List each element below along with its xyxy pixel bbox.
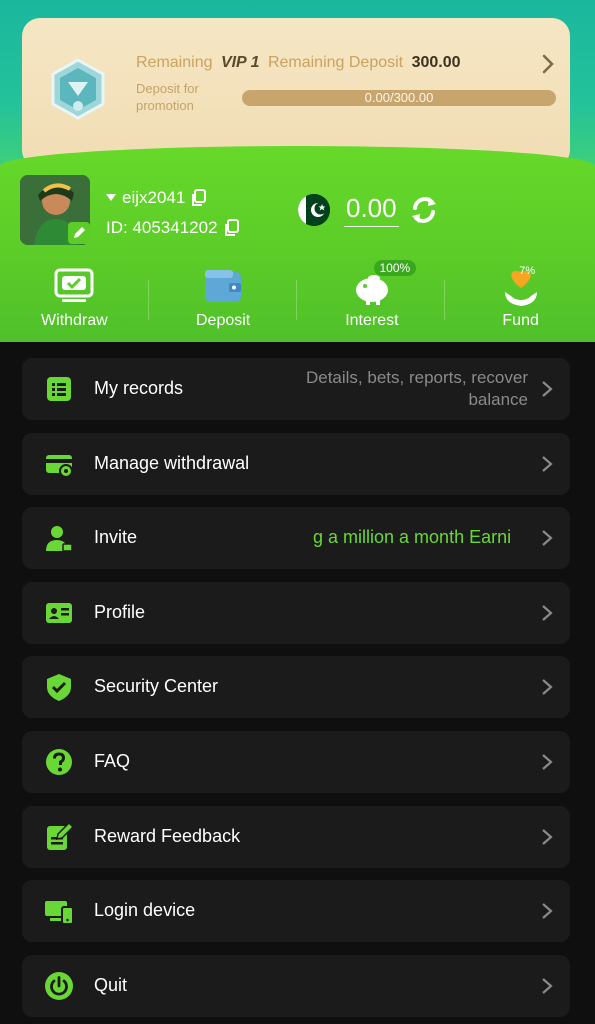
chevron-right-icon <box>542 903 553 919</box>
fund-badge: 7% <box>519 265 536 277</box>
menu-item-faq[interactable]: FAQ <box>22 730 570 793</box>
chevron-right-icon <box>542 455 553 472</box>
invite-icon <box>46 526 73 552</box>
balance-amount: 0.00 <box>344 193 399 227</box>
card-icon <box>46 454 73 478</box>
menu-label: My records <box>94 378 184 398</box>
quick-actions: Withdraw Deposit 100% Interest 7% Fund <box>0 258 595 342</box>
chevron-right-icon <box>542 754 553 770</box>
menu-item-profile[interactable]: Profile <box>22 581 570 644</box>
username-row: eijx2041 <box>106 188 207 208</box>
menu-item-login-device[interactable]: Login device <box>22 880 570 943</box>
divider <box>296 280 297 320</box>
fund-label: Fund <box>502 312 539 329</box>
menu-list: My records Details, bets, reports, recov… <box>22 358 570 1024</box>
menu-label: Invite <box>94 527 138 548</box>
menu-label: Security Center <box>94 676 219 697</box>
menu-label: Reward Feedback <box>94 825 241 846</box>
chevron-right-icon <box>542 530 553 547</box>
vip-subtitle: Deposit for promotion <box>136 81 199 113</box>
vip-remaining-label: Remaining <box>136 54 213 71</box>
edit-icon[interactable] <box>68 222 90 244</box>
pakistan-flag-icon <box>298 194 330 226</box>
records-icon <box>47 377 71 401</box>
chevron-right-icon[interactable] <box>538 52 558 76</box>
fund-button[interactable]: 7% Fund <box>446 258 595 342</box>
refresh-icon[interactable] <box>409 195 439 225</box>
menu-item-manage-withdrawal[interactable]: Manage withdrawal <box>22 432 570 495</box>
wallet-icon <box>205 270 242 302</box>
caret-down-icon[interactable] <box>106 194 116 202</box>
deposit-button[interactable]: Deposit <box>149 258 298 342</box>
menu-label: Login device <box>94 900 196 921</box>
vip-progress-bar: 0.00/300.00 <box>242 90 556 106</box>
menu-item-reward-feedback[interactable]: Reward Feedback <box>22 805 570 868</box>
chevron-right-icon <box>542 977 553 994</box>
chevron-right-icon <box>542 828 553 845</box>
menu-item-quit[interactable]: Quit <box>22 954 570 1017</box>
withdraw-button[interactable]: Withdraw <box>0 258 149 342</box>
menu-label: Quit <box>94 974 128 995</box>
vip-remaining-deposit-label: Remaining Deposit <box>267 54 404 71</box>
copy-icon[interactable] <box>224 219 240 237</box>
question-icon <box>46 748 72 775</box>
divider <box>148 280 149 320</box>
feedback-icon <box>47 821 74 850</box>
menu-hint: Details, bets, reports, recover balance <box>305 368 528 409</box>
menu-label: Manage withdrawal <box>94 452 250 473</box>
chevron-right-icon <box>542 381 553 397</box>
divider <box>444 280 445 320</box>
invite-marquee-text: g a million a month Earni <box>313 527 512 548</box>
vip-remaining-deposit-amount: 300.00 <box>411 54 461 71</box>
vip-title: Remaining VIP 1 Remaining Deposit 300.00 <box>136 54 461 72</box>
username: eijx2041 <box>122 188 186 207</box>
user-id: ID: 405341202 <box>106 218 218 237</box>
user-id-row: ID: 405341202 <box>106 218 240 238</box>
power-icon <box>45 971 73 1000</box>
shield-icon <box>47 674 71 702</box>
withdraw-icon <box>54 268 94 302</box>
devices-icon <box>45 901 74 926</box>
menu-item-invite[interactable]: Invite g a million a month Earni <box>22 507 570 570</box>
interest-button[interactable]: 100% Interest <box>298 258 447 342</box>
menu-label: Profile <box>94 601 146 622</box>
copy-icon[interactable] <box>191 189 207 207</box>
piggy-bank-icon <box>355 275 388 305</box>
profile-card-icon <box>46 602 72 623</box>
deposit-label: Deposit <box>196 312 251 329</box>
vip-badge-icon <box>51 58 105 120</box>
chevron-right-icon <box>542 679 553 696</box>
chevron-right-icon <box>542 604 553 621</box>
menu-item-my-records[interactable]: My records Details, bets, reports, recov… <box>22 358 570 420</box>
interest-label: Interest <box>345 312 399 329</box>
menu-label: FAQ <box>94 750 131 771</box>
vip-progress-text: 0.00/300.00 <box>364 90 434 105</box>
menu-item-security-center[interactable]: Security Center <box>22 656 570 719</box>
withdraw-label: Withdraw <box>41 312 108 329</box>
vip-level: VIP 1 <box>220 54 260 71</box>
